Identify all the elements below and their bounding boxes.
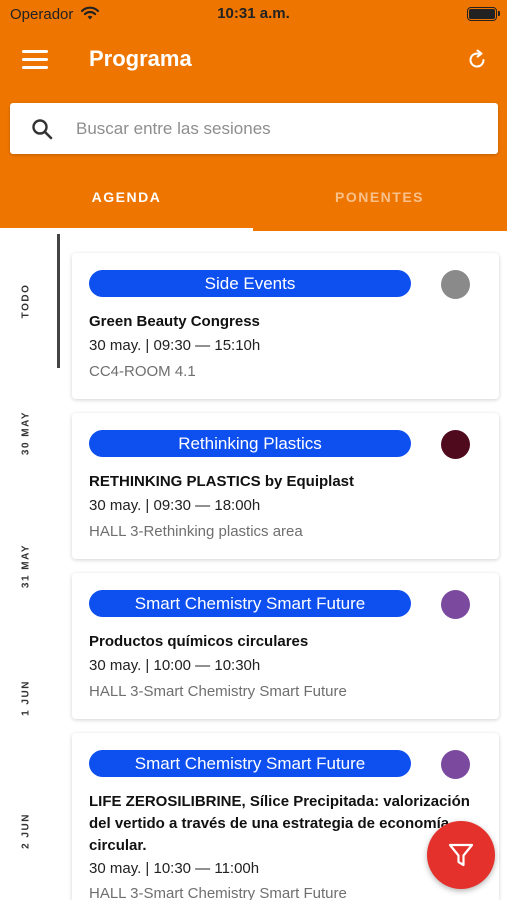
session-card[interactable]: Rethinking Plastics RETHINKING PLASTICS … (72, 413, 499, 559)
session-title: Green Beauty Congress (89, 313, 260, 330)
session-room: HALL 3-Smart Chemistry Smart Future (89, 885, 347, 900)
date-rail-active-bar (57, 234, 60, 368)
session-title: LIFE ZEROSILIBRINE, Sílice Precipitada: … (89, 793, 470, 854)
tab-ponentes[interactable]: PONENTES (253, 170, 506, 231)
session-room: HALL 3-Rethinking plastics area (89, 523, 303, 540)
date-filter-todo[interactable]: TODO (21, 284, 32, 319)
session-time: 30 may. | 10:30 — 11:00h (89, 860, 260, 877)
clock: 10:31 a.m. (217, 5, 290, 22)
filter-icon (448, 843, 474, 867)
app-header: Operador 10:31 a.m. Programa AGENDA PONE… (0, 0, 507, 231)
track-color-dot (441, 750, 470, 779)
search-icon (32, 119, 53, 140)
status-bar: Operador 10:31 a.m. (0, 0, 507, 30)
track-pill: Side Events (89, 270, 411, 297)
track-color-dot (441, 430, 470, 459)
session-room: CC4-ROOM 4.1 (89, 363, 196, 380)
search-input[interactable] (76, 103, 476, 154)
date-rail: TODO 30 MAY 31 MAY 1 JUN 2 JUN (0, 231, 60, 900)
date-filter-30-may[interactable]: 30 MAY (21, 411, 32, 455)
page-title: Programa (89, 46, 192, 71)
session-card[interactable]: Smart Chemistry Smart Future Productos q… (72, 573, 499, 719)
track-color-dot (441, 270, 470, 299)
session-time: 30 may. | 10:00 — 10:30h (89, 657, 261, 674)
date-filter-31-may[interactable]: 31 MAY (21, 544, 32, 588)
session-time: 30 may. | 09:30 — 15:10h (89, 337, 261, 354)
session-room: HALL 3-Smart Chemistry Smart Future (89, 683, 347, 700)
track-color-dot (441, 590, 470, 619)
filter-button[interactable] (427, 821, 495, 889)
search-bar (10, 103, 498, 154)
track-pill: Smart Chemistry Smart Future (89, 750, 411, 777)
session-title: RETHINKING PLASTICS by Equiplast (89, 473, 355, 490)
refresh-icon[interactable] (465, 48, 489, 72)
session-time: 30 may. | 09:30 — 18:00h (89, 497, 261, 514)
date-filter-2-jun[interactable]: 2 JUN (21, 813, 32, 849)
track-pill: Rethinking Plastics (89, 430, 411, 457)
date-filter-1-jun[interactable]: 1 JUN (21, 680, 32, 716)
battery-icon (467, 7, 500, 21)
track-pill: Smart Chemistry Smart Future (89, 590, 411, 617)
hamburger-icon (22, 50, 48, 53)
menu-button[interactable] (22, 50, 48, 70)
session-title: Productos químicos circulares (89, 633, 309, 650)
session-card[interactable]: Side Events Green Beauty Congress 30 may… (72, 253, 499, 399)
tab-agenda[interactable]: AGENDA (0, 170, 253, 231)
tab-bar: AGENDA PONENTES (0, 170, 507, 231)
